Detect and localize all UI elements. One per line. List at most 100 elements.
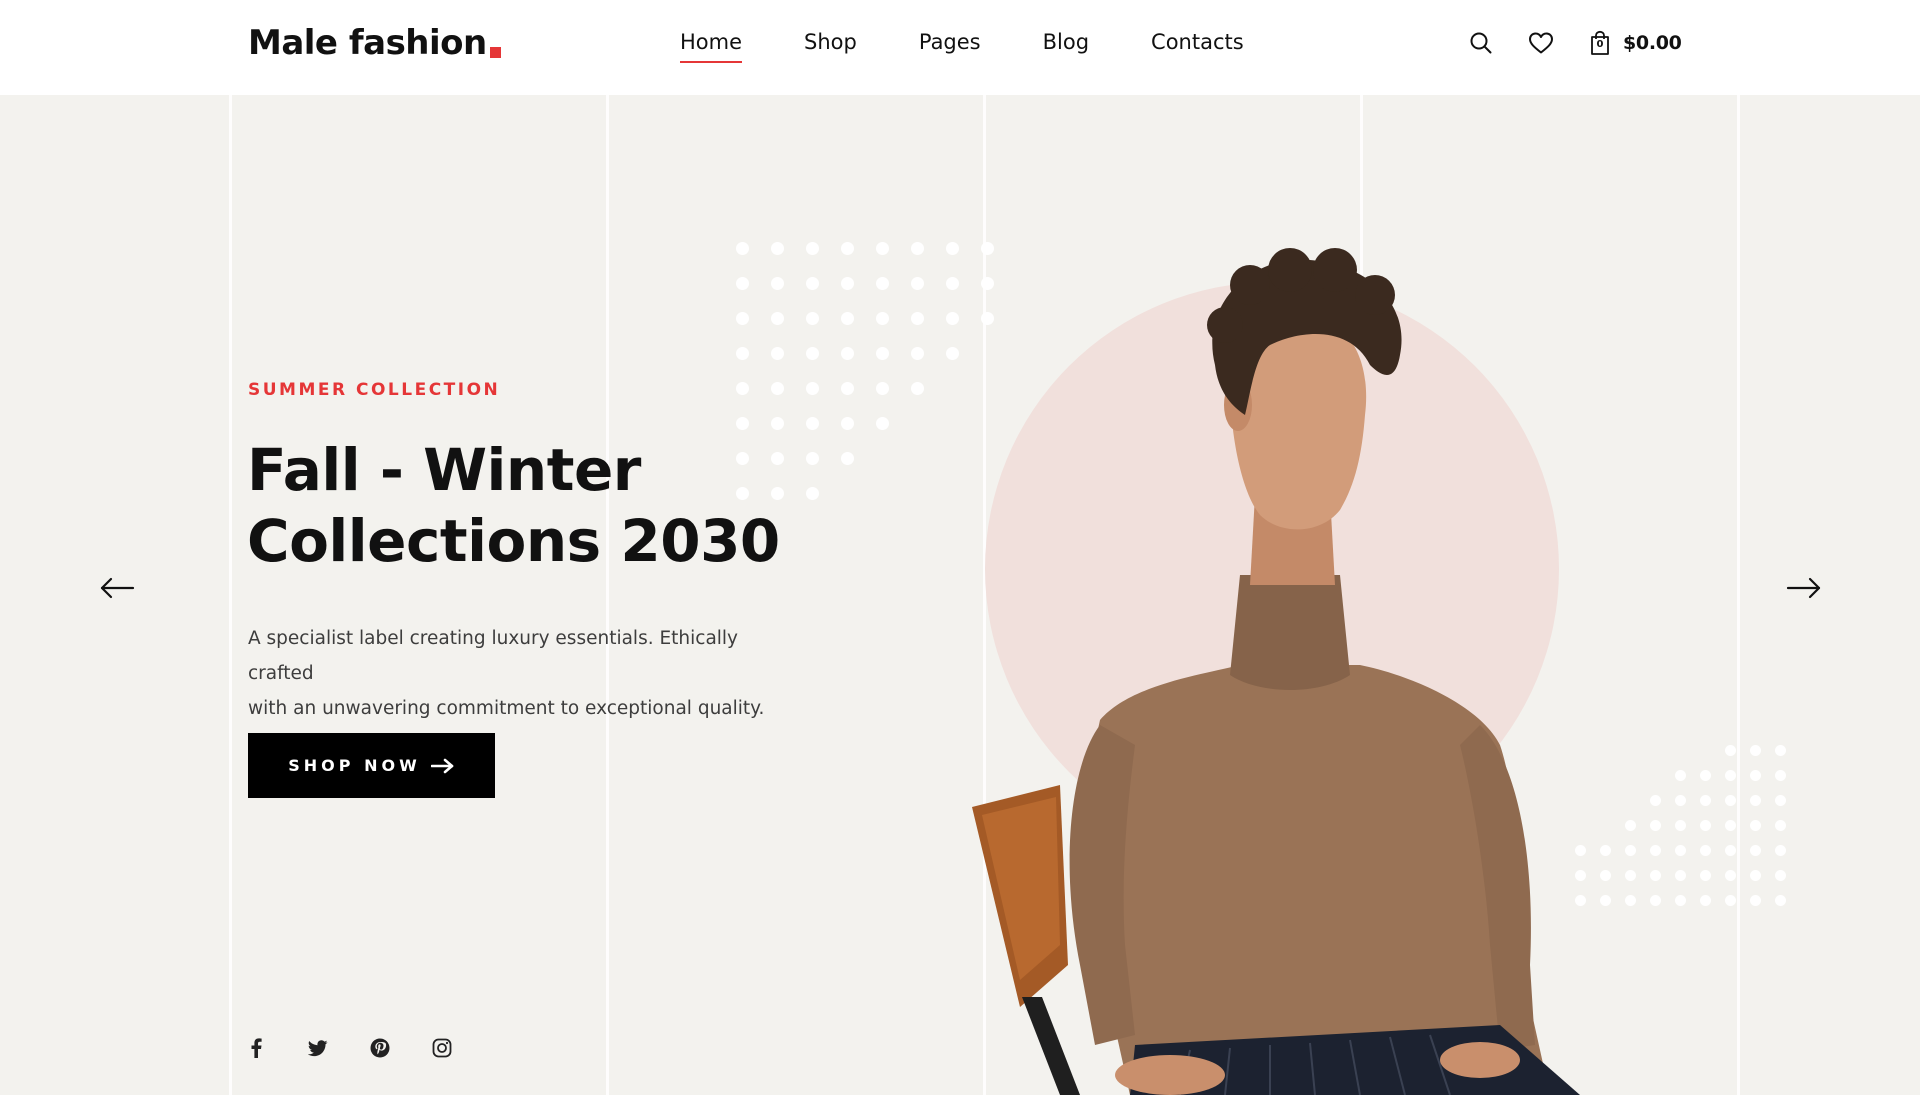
grid-line — [606, 95, 609, 1095]
dot — [1775, 820, 1786, 831]
arrow-right-icon — [430, 758, 454, 773]
dot — [1750, 820, 1761, 831]
dot — [1725, 845, 1736, 856]
dot — [1725, 795, 1736, 806]
dot — [806, 242, 819, 255]
arrow-left-icon — [100, 577, 135, 599]
heart-icon[interactable] — [1526, 28, 1556, 58]
dot — [1675, 845, 1686, 856]
facebook-icon[interactable] — [245, 1037, 267, 1059]
hero-title: Fall - Winter Collections 2030 — [247, 435, 887, 577]
dot — [946, 277, 959, 290]
grid-line — [229, 95, 232, 1095]
twitter-icon[interactable] — [307, 1037, 329, 1059]
hero-subtitle: SUMMER COLLECTION — [248, 380, 501, 400]
shop-now-button[interactable]: SHOP NOW — [248, 733, 495, 798]
dot — [806, 382, 819, 395]
hero-slider: SUMMER COLLECTION Fall - Winter Collecti… — [0, 95, 1920, 1095]
header-tools: 0 $0.00 — [1466, 26, 1682, 60]
dot — [1775, 895, 1786, 906]
dot — [1700, 845, 1711, 856]
dot — [771, 417, 784, 430]
nav-pages[interactable]: Pages — [919, 26, 981, 58]
instagram-icon[interactable] — [431, 1037, 453, 1059]
dot — [1775, 845, 1786, 856]
dot — [771, 382, 784, 395]
dot — [1750, 770, 1761, 781]
logo-text: Male fashion — [248, 23, 487, 63]
dot — [1725, 870, 1736, 881]
dot — [911, 242, 924, 255]
nav-blog[interactable]: Blog — [1043, 26, 1089, 58]
dot — [911, 347, 924, 360]
next-slide-button[interactable] — [1784, 573, 1824, 603]
shopping-bag-icon: 0 — [1585, 28, 1615, 58]
hero-title-line: Collections 2030 — [247, 507, 780, 575]
dot — [876, 242, 889, 255]
prev-slide-button[interactable] — [97, 573, 137, 603]
dot — [841, 417, 854, 430]
dot — [841, 312, 854, 325]
shop-now-label: SHOP NOW — [288, 756, 421, 775]
dot — [1750, 870, 1761, 881]
dot — [771, 277, 784, 290]
cart-price: $0.00 — [1623, 32, 1682, 54]
main-nav: Home Shop Pages Blog Contacts — [680, 26, 1244, 63]
dot — [1750, 745, 1761, 756]
dot — [911, 312, 924, 325]
dot — [806, 277, 819, 290]
model-image — [972, 248, 1580, 1095]
dot — [806, 417, 819, 430]
dot — [911, 277, 924, 290]
dot — [1775, 870, 1786, 881]
dot — [1725, 895, 1736, 906]
page-bottom-strip — [0, 1095, 1920, 1110]
cart-count: 0 — [1596, 39, 1604, 50]
dot — [876, 277, 889, 290]
hero-description-line: A specialist label creating luxury essen… — [248, 628, 739, 684]
dot — [806, 347, 819, 360]
logo-dot — [489, 47, 501, 58]
dot — [1750, 795, 1761, 806]
grid-line — [1737, 95, 1740, 1095]
dot — [841, 382, 854, 395]
dot — [771, 347, 784, 360]
nav-home[interactable]: Home — [680, 26, 743, 63]
dot — [771, 312, 784, 325]
dot — [1775, 745, 1786, 756]
dot — [1700, 795, 1711, 806]
dot — [946, 242, 959, 255]
search-icon[interactable] — [1466, 28, 1496, 58]
dot — [1750, 895, 1761, 906]
dot — [1725, 745, 1736, 756]
nav-shop[interactable]: Shop — [804, 26, 857, 58]
cart-button[interactable]: 0 $0.00 — [1585, 28, 1682, 58]
dot — [1675, 820, 1686, 831]
dot — [771, 242, 784, 255]
dot — [1750, 845, 1761, 856]
dot — [841, 347, 854, 360]
dot — [841, 242, 854, 255]
dot — [1700, 770, 1711, 781]
dot — [1675, 770, 1686, 781]
dot — [736, 242, 749, 255]
dot — [911, 382, 924, 395]
dot — [736, 347, 749, 360]
dot — [736, 417, 749, 430]
dot — [1675, 870, 1686, 881]
dot — [1700, 870, 1711, 881]
dot — [946, 312, 959, 325]
logo[interactable]: Male fashion — [248, 18, 501, 68]
hero-description-line: with an unwavering commitment to excepti… — [248, 698, 765, 719]
nav-contacts[interactable]: Contacts — [1151, 26, 1244, 58]
dot — [1725, 820, 1736, 831]
site-header: Male fashion Home Shop Pages Blog Contac… — [0, 0, 1920, 95]
hero-title-line: Fall - Winter — [247, 436, 641, 504]
hero-description: A specialist label creating luxury essen… — [248, 621, 808, 726]
dot — [1775, 770, 1786, 781]
dot — [736, 312, 749, 325]
dot — [876, 382, 889, 395]
dot — [736, 382, 749, 395]
dot — [1725, 770, 1736, 781]
pinterest-icon[interactable] — [369, 1037, 391, 1059]
